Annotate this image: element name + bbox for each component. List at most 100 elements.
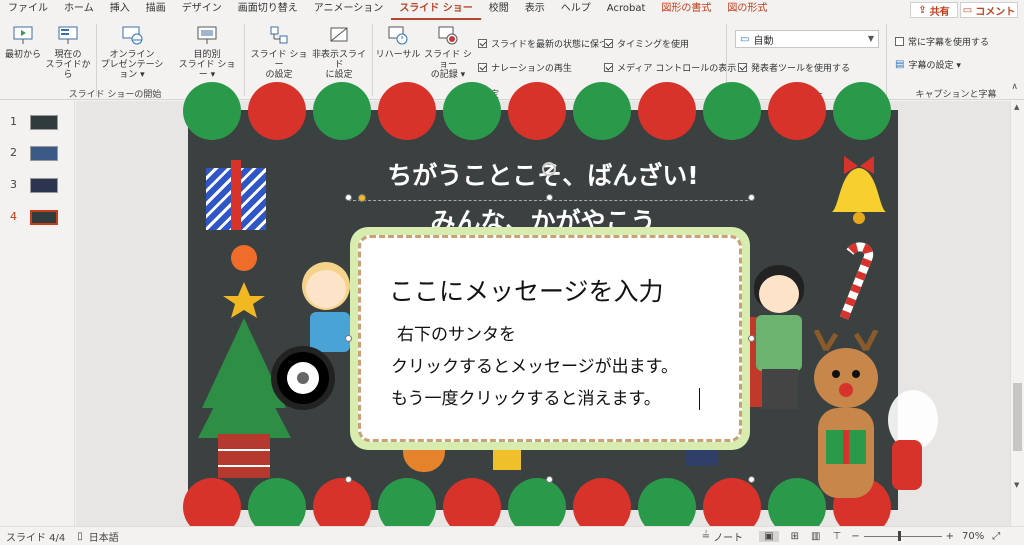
always-use-subtitles-checkbox[interactable]: 常に字幕を使用する <box>895 35 989 48</box>
subtitle-settings-button[interactable]: ▤ 字幕の設定 ▾ <box>895 58 961 71</box>
ribbon-tab-bar: ファイル ホーム 挿入 描画 デザイン 画面切り替え アニメーション スライド ショー 校閲 表示… <box>0 0 1024 20</box>
message-line-4[interactable]: もう一度クリックすると消えます。 <box>391 384 661 409</box>
slide-thumbnail-3[interactable]: 3 <box>0 174 75 194</box>
resize-handle[interactable] <box>748 194 755 201</box>
checkbox-checked-icon <box>478 63 487 72</box>
comment-button[interactable]: ▭ コメント <box>960 2 1018 18</box>
notes-button[interactable]: ノート <box>713 529 743 544</box>
group-label-start: スライド ショーの開始 <box>68 90 162 100</box>
subtitle-settings-icon: ▤ <box>895 59 905 70</box>
zoom-slider[interactable] <box>863 530 942 541</box>
vertical-scrollbar[interactable]: ▲ ▼ <box>1010 101 1024 526</box>
comment-icon: ▭ <box>962 4 973 16</box>
online-presentation-icon <box>119 22 145 48</box>
monitor-dropdown[interactable]: ▭ 自動 ▼ <box>735 30 879 48</box>
online-presentation-button[interactable]: オンライン プレゼンテーション ▾ <box>98 22 166 80</box>
message-text-box[interactable]: ここにメッセージを入力 右下のサンタを クリックするとメッセージが出ます。 もう… <box>350 227 750 450</box>
text-cursor <box>699 388 700 410</box>
tab-0[interactable]: ファイル <box>0 0 56 20</box>
tab-9[interactable]: 表示 <box>517 0 553 20</box>
tab-5[interactable]: 画面切り替え <box>230 0 306 20</box>
setup-slide-show-button[interactable]: スライド ショー の設定 <box>250 22 308 80</box>
slide-title-line1[interactable]: ちがうことこそ、ばんざい! <box>188 156 898 192</box>
tab-6[interactable]: アニメーション <box>306 0 392 20</box>
play-narrations-checkbox[interactable]: ナレーションの再生 <box>478 61 572 74</box>
zoom-out-icon[interactable]: − <box>851 531 859 542</box>
slide-thumbnail-4[interactable]: 4 <box>0 206 75 226</box>
zoom-in-icon[interactable]: + <box>946 531 954 542</box>
slide-show-icon[interactable]: ⊤ <box>832 531 841 542</box>
hide-slide-icon <box>326 22 352 48</box>
tab-10[interactable]: ヘルプ <box>553 0 599 20</box>
share-button[interactable]: ⇪ 共有 <box>910 2 958 18</box>
scroll-up-icon[interactable]: ▲ <box>1014 103 1019 111</box>
reindeer-illustration <box>813 330 879 498</box>
resize-handle[interactable] <box>748 476 755 483</box>
keep-slides-updated-checkbox[interactable]: スライドを最新の状態に保つ <box>478 37 608 50</box>
play-from-start-icon <box>10 22 36 48</box>
bell-illustration <box>832 156 886 224</box>
message-line-3[interactable]: クリックするとメッセージが出ます。 <box>391 352 678 377</box>
scrollbar-thumb[interactable] <box>1013 383 1022 451</box>
resize-handle[interactable] <box>546 194 553 201</box>
adjust-handle[interactable] <box>358 194 366 202</box>
resize-handle[interactable] <box>748 335 755 342</box>
normal-view-icon[interactable]: ▣ <box>759 530 779 542</box>
record-slide-show-button[interactable]: スライド ショー の記録 ▾ <box>422 22 474 80</box>
message-frame: ここにメッセージを入力 右下のサンタを クリックするとメッセージが出ます。 もう… <box>358 235 742 442</box>
monitor-icon: ▭ <box>740 33 750 45</box>
thumbnail-image <box>30 178 58 193</box>
scroll-down-icon[interactable]: ▼ <box>1014 481 1019 489</box>
fit-to-window-icon[interactable]: ⤢ <box>992 531 1000 542</box>
candy-cane-illustration <box>839 242 874 320</box>
checkbox-checked-icon <box>604 63 613 72</box>
rotate-handle-icon[interactable] <box>542 162 556 176</box>
tab-12[interactable]: 図形の書式 <box>653 0 719 20</box>
from-beginning-button[interactable]: 最初から <box>4 22 42 60</box>
resize-handle[interactable] <box>546 476 553 483</box>
message-line-1[interactable]: ここにメッセージを入力 <box>389 272 664 308</box>
use-timings-checkbox[interactable]: タイミングを使用 <box>604 37 689 50</box>
notes-icon[interactable]: ≟ <box>702 531 710 542</box>
share-icon: ⇪ <box>918 4 927 16</box>
resize-handle[interactable] <box>345 335 352 342</box>
tab-1[interactable]: ホーム <box>56 0 102 20</box>
zoom-slider-thumb[interactable] <box>897 530 901 541</box>
resize-handle[interactable] <box>345 476 352 483</box>
santa-illustration[interactable] <box>888 380 943 500</box>
tab-4[interactable]: デザイン <box>174 0 230 20</box>
slide-thumbnail-panel: 1 2 3 4 <box>0 101 75 526</box>
custom-slide-show-icon <box>194 22 220 48</box>
slide-thumbnail-1[interactable]: 1 <box>0 111 75 131</box>
ribbon-separator <box>372 24 373 96</box>
tab-13[interactable]: 図の形式 <box>719 0 775 20</box>
play-from-current-icon <box>55 22 81 48</box>
checkbox-checked-icon <box>478 39 487 48</box>
tab-7[interactable]: スライド ショー <box>391 0 481 20</box>
from-current-slide-button[interactable]: 現在の スライドから <box>44 22 92 80</box>
tab-3[interactable]: 描画 <box>138 0 174 20</box>
slide-indicator: スライド 4/4 <box>6 532 66 544</box>
reading-view-icon[interactable]: ▥ <box>811 531 820 542</box>
slide-thumbnail-2[interactable]: 2 <box>0 142 75 162</box>
checkbox-checked-icon <box>604 39 613 48</box>
custom-slide-show-button[interactable]: 目的別 スライド ショー ▾ <box>176 22 238 80</box>
show-media-controls-checkbox[interactable]: メディア コントロールの表示 <box>604 61 736 74</box>
thumbnail-image <box>30 210 58 225</box>
rehearse-timings-button[interactable]: リハーサル <box>374 22 422 60</box>
use-presenter-view-checkbox[interactable]: 発表者ツールを使用する <box>738 61 850 74</box>
tab-11[interactable]: Acrobat <box>599 0 654 20</box>
zoom-level[interactable]: 70% <box>962 531 984 542</box>
slide-sorter-icon[interactable]: ⊞ <box>791 531 799 542</box>
accessibility-icon[interactable]: ▯ <box>77 531 83 542</box>
status-bar: スライド 4/4 ▯ 日本語 ≟ ノート ▣ ⊞ ▥ ⊤ − + 70% ⤢ <box>0 526 1024 545</box>
record-icon <box>435 22 461 48</box>
tab-8[interactable]: 校閲 <box>481 0 517 20</box>
message-line-2[interactable]: 右下のサンタを <box>397 320 516 345</box>
collapse-ribbon-icon[interactable]: ∧ <box>1011 82 1018 92</box>
chevron-down-icon: ▼ <box>867 34 874 43</box>
tab-2[interactable]: 挿入 <box>102 0 138 20</box>
language-indicator[interactable]: 日本語 <box>89 529 119 544</box>
resize-handle[interactable] <box>345 194 352 201</box>
hide-slide-button[interactable]: 非表示スライド に設定 <box>308 22 370 80</box>
